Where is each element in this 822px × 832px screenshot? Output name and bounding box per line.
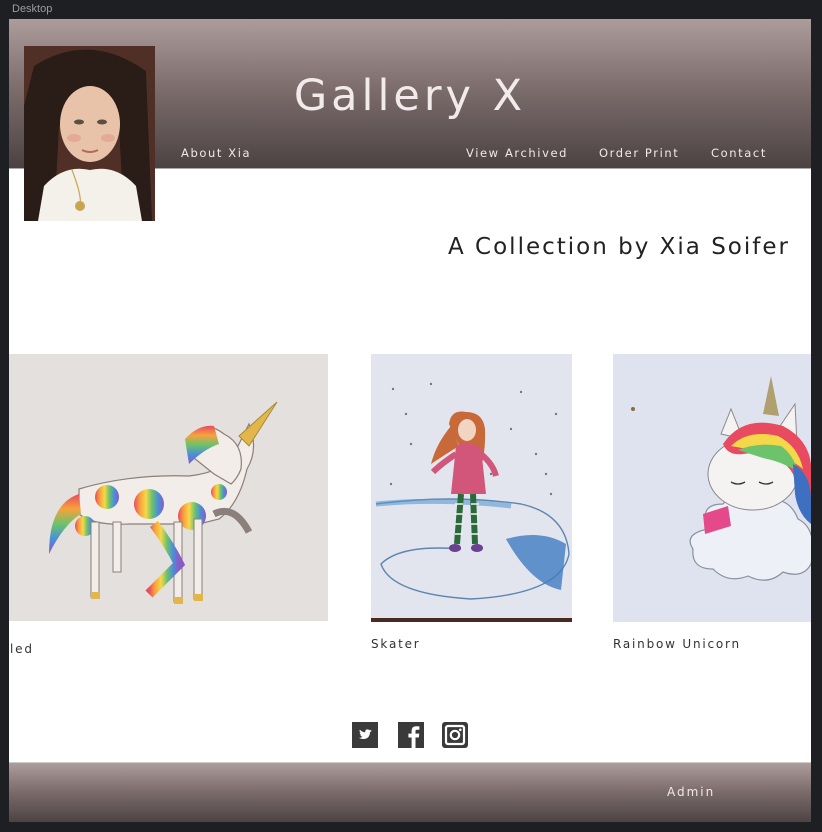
nav-contact-link[interactable]: Contact bbox=[711, 146, 767, 160]
collection-title: A Collection by Xia Soifer bbox=[448, 234, 790, 260]
nav-view-archived-link[interactable]: View Archived bbox=[466, 146, 568, 160]
nav-order-print-link[interactable]: Order Print bbox=[599, 146, 679, 160]
admin-link[interactable]: Admin bbox=[667, 785, 715, 799]
artwork-image bbox=[613, 354, 811, 622]
artwork-caption-2[interactable]: Skater bbox=[371, 637, 421, 651]
facebook-icon[interactable] bbox=[398, 722, 424, 748]
instagram-icon[interactable] bbox=[442, 722, 468, 748]
artwork-caption-1[interactable]: led bbox=[10, 642, 34, 656]
artwork-skater[interactable] bbox=[371, 354, 572, 622]
artwork-image bbox=[371, 354, 572, 622]
artist-portrait[interactable] bbox=[24, 46, 155, 221]
page: Gallery X About Xia View Archived Order … bbox=[9, 19, 811, 822]
nav-about-link[interactable]: About Xia bbox=[181, 146, 251, 160]
artwork-unicorn-spots[interactable] bbox=[9, 354, 328, 621]
site-title-text: Gallery X bbox=[293, 71, 527, 121]
site-footer: Admin bbox=[9, 762, 811, 822]
twitter-icon[interactable] bbox=[352, 722, 378, 748]
artwork-image bbox=[9, 354, 328, 621]
artwork-rainbow-unicorn[interactable] bbox=[613, 354, 811, 622]
portrait-image bbox=[24, 46, 155, 221]
window-frame-label: Desktop bbox=[12, 3, 53, 15]
artwork-caption-3[interactable]: Rainbow Unicorn bbox=[613, 637, 741, 651]
